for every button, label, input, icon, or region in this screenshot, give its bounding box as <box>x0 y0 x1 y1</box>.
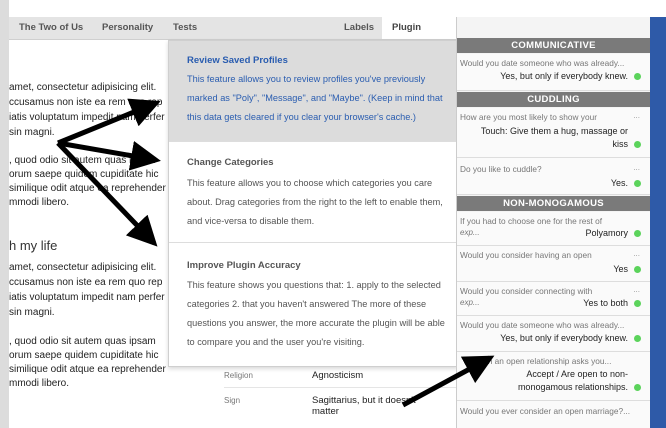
app-window: The Two of Us Personality Tests Labels P… <box>0 0 666 428</box>
annotation-arrows <box>56 98 495 408</box>
arrow-to-answer-item <box>401 355 495 408</box>
arrow-to-review-saved-profiles <box>57 98 161 146</box>
